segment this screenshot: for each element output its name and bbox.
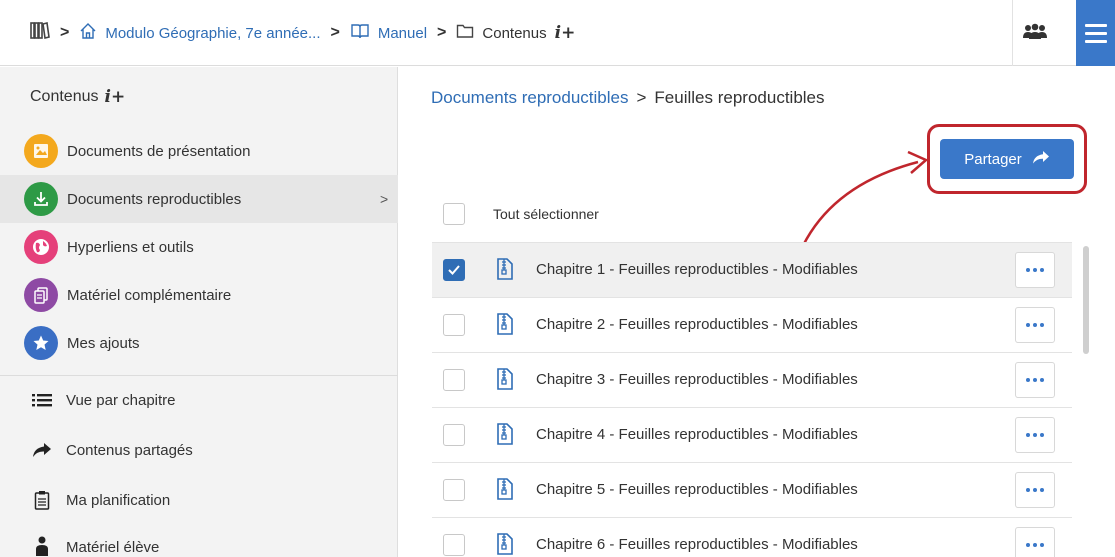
- breadcrumb-separator: >: [437, 24, 447, 41]
- iplus-logo: i+: [554, 23, 576, 43]
- folder-icon: [456, 23, 474, 43]
- row-checkbox[interactable]: [443, 534, 465, 556]
- document-title[interactable]: Chapitre 6 - Feuilles reproductibles - M…: [536, 536, 858, 553]
- sidebar-item-mes-ajouts[interactable]: Mes ajouts: [0, 319, 398, 367]
- share-button-label: Partager: [964, 150, 1022, 168]
- sidebar-item-label: Documents de présentation: [67, 142, 251, 160]
- iplus-logo: i+: [104, 87, 126, 107]
- users-icon: [1022, 22, 1048, 47]
- row-checkbox[interactable]: [443, 259, 465, 281]
- list-item[interactable]: Chapitre 4 - Feuilles reproductibles - M…: [432, 407, 1072, 462]
- zip-document-icon: [496, 257, 514, 286]
- document-title[interactable]: Chapitre 1 - Feuilles reproductibles - M…: [536, 261, 858, 278]
- sidebar-link-label: Vue par chapitre: [66, 391, 176, 409]
- row-checkbox[interactable]: [443, 314, 465, 336]
- sidebar-item-label: Hyperliens et outils: [67, 238, 194, 256]
- document-title[interactable]: Chapitre 5 - Feuilles reproductibles - M…: [536, 481, 858, 498]
- image-icon: [24, 134, 58, 168]
- sidebar-link-materiel-eleve[interactable]: Matériel élève: [0, 522, 398, 557]
- share-arrow-icon: [1032, 150, 1050, 168]
- clipboard-icon: [30, 488, 54, 512]
- list-item[interactable]: Chapitre 3 - Feuilles reproductibles - M…: [432, 352, 1072, 407]
- list-scrollbar[interactable]: [1083, 246, 1089, 354]
- list-item[interactable]: Chapitre 1 - Feuilles reproductibles - M…: [432, 242, 1072, 297]
- list-item[interactable]: Chapitre 2 - Feuilles reproductibles - M…: [432, 297, 1072, 352]
- list-item[interactable]: Chapitre 6 - Feuilles reproductibles - M…: [432, 517, 1072, 557]
- zip-document-icon: [496, 477, 514, 506]
- library-icon[interactable]: [30, 21, 50, 45]
- breadcrumb-link-documents-reproductibles[interactable]: Documents reproductibles: [431, 88, 628, 108]
- more-options-button[interactable]: [1015, 417, 1055, 453]
- breadcrumb: > Modulo Géographie, 7e année... > Manue…: [30, 20, 575, 46]
- breadcrumb-separator: >: [330, 24, 340, 41]
- top-bar: > Modulo Géographie, 7e année... > Manue…: [0, 0, 1115, 66]
- sidebar-link-ma-planification[interactable]: Ma planification: [0, 475, 398, 525]
- row-checkbox[interactable]: [443, 479, 465, 501]
- group-users-button[interactable]: [1020, 20, 1050, 48]
- sidebar-link-contenus-partages[interactable]: Contenus partagés: [0, 425, 398, 475]
- row-checkbox[interactable]: [443, 369, 465, 391]
- globe-icon: [24, 230, 58, 264]
- download-icon: [24, 182, 58, 216]
- person-icon: [30, 535, 54, 557]
- sidebar-item-documents-reproductibles[interactable]: Documents reproductibles >: [0, 175, 398, 223]
- sidebar-link-label: Matériel élève: [66, 538, 160, 556]
- sidebar-link-label: Contenus partagés: [66, 441, 193, 459]
- more-options-button[interactable]: [1015, 307, 1055, 343]
- document-list: Chapitre 1 - Feuilles reproductibles - M…: [432, 242, 1072, 557]
- checkmark-icon: [448, 265, 460, 275]
- documents-icon: [24, 278, 58, 312]
- row-checkbox[interactable]: [443, 424, 465, 446]
- topbar-divider: [1012, 0, 1013, 66]
- select-all-label: Tout sélectionner: [493, 206, 599, 222]
- document-title[interactable]: Chapitre 2 - Feuilles reproductibles - M…: [536, 316, 858, 333]
- select-all-row: Tout sélectionner: [443, 203, 599, 225]
- more-options-button[interactable]: [1015, 527, 1055, 557]
- sidebar-title: Contenus i+: [30, 87, 125, 107]
- breadcrumb-item-course[interactable]: Modulo Géographie, 7e année...: [105, 25, 320, 42]
- breadcrumb-item-contenus: Contenus: [482, 24, 547, 42]
- zip-document-icon: [496, 312, 514, 341]
- sidebar-item-hyperliens[interactable]: Hyperliens et outils: [0, 223, 398, 271]
- sidebar: Contenus i+ Documents de présentation Do…: [0, 67, 398, 557]
- list-item[interactable]: Chapitre 5 - Feuilles reproductibles - M…: [432, 462, 1072, 517]
- content-breadcrumb: Documents reproductibles > Feuilles repr…: [431, 88, 825, 108]
- sidebar-item-label: Mes ajouts: [67, 334, 140, 352]
- breadcrumb-current-feuilles: Feuilles reproductibles: [654, 88, 825, 107]
- star-icon: [24, 326, 58, 360]
- share-button[interactable]: Partager: [940, 139, 1074, 179]
- zip-document-icon: [496, 532, 514, 557]
- menu-icon-bar: [1084, 31, 1107, 35]
- zip-document-icon: [496, 422, 514, 451]
- document-title[interactable]: Chapitre 3 - Feuilles reproductibles - M…: [536, 371, 858, 388]
- sidebar-item-label: Matériel complémentaire: [67, 286, 232, 304]
- list-icon: [30, 388, 54, 412]
- sidebar-title-text: Contenus: [30, 88, 99, 105]
- more-options-button[interactable]: [1015, 472, 1055, 508]
- document-title[interactable]: Chapitre 4 - Feuilles reproductibles - M…: [536, 426, 858, 443]
- breadcrumb-separator: >: [60, 24, 70, 41]
- more-options-button[interactable]: [1015, 362, 1055, 398]
- hamburger-menu-button[interactable]: [1076, 0, 1115, 66]
- menu-icon-bar: [1084, 23, 1107, 27]
- sidebar-item-documents-presentation[interactable]: Documents de présentation: [0, 127, 398, 175]
- book-icon: [350, 22, 370, 44]
- breadcrumb-separator: >: [636, 88, 647, 107]
- sidebar-item-label: Documents reproductibles: [67, 190, 242, 208]
- share-arrow-icon: [30, 438, 54, 462]
- more-options-button[interactable]: [1015, 252, 1055, 288]
- sidebar-link-label: Ma planification: [66, 491, 171, 509]
- home-icon: [79, 22, 97, 44]
- chevron-right-icon: >: [380, 191, 389, 207]
- breadcrumb-item-manuel[interactable]: Manuel: [378, 25, 427, 42]
- zip-document-icon: [496, 367, 514, 396]
- menu-icon-bar: [1084, 39, 1107, 43]
- sidebar-link-vue-par-chapitre[interactable]: Vue par chapitre: [0, 375, 398, 425]
- select-all-checkbox[interactable]: [443, 203, 465, 225]
- sidebar-item-materiel-complementaire[interactable]: Matériel complémentaire: [0, 271, 398, 319]
